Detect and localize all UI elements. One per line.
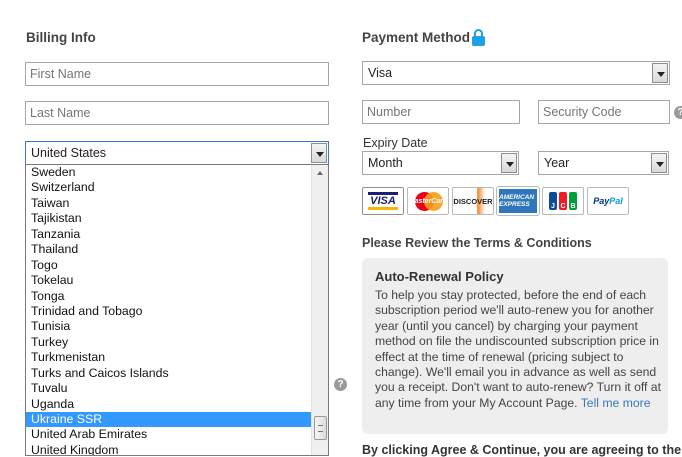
- payment-method-value: Visa: [368, 66, 393, 80]
- country-option[interactable]: Tunisia: [26, 319, 328, 334]
- scroll-up-icon[interactable]: [312, 165, 328, 181]
- lock-icon: [472, 29, 485, 46]
- accepted-cards: VISA MasterCard DISCOVER AMERICAN EXPRES…: [362, 186, 629, 216]
- expiry-date-label: Expiry Date: [363, 136, 428, 150]
- billing-info-heading: Billing Info: [26, 30, 96, 45]
- country-select[interactable]: United States: [25, 141, 329, 165]
- country-option[interactable]: Tuvalu: [26, 381, 328, 396]
- country-option[interactable]: Tajikistan: [26, 211, 328, 226]
- country-option[interactable]: Uganda: [26, 397, 328, 412]
- country-option[interactable]: Tanzania: [26, 227, 328, 242]
- mastercard-card-icon: MasterCard: [407, 187, 449, 215]
- country-option[interactable]: Turks and Caicos Islands: [26, 366, 328, 381]
- tell-me-more-link[interactable]: Tell me more: [581, 396, 651, 410]
- country-select-value: United States: [31, 146, 107, 160]
- auto-renewal-policy-box: Auto-Renewal Policy To help you stay pro…: [362, 258, 668, 434]
- jcb-card-icon: J C B: [542, 187, 584, 215]
- chevron-down-icon[interactable]: [501, 153, 517, 173]
- country-option[interactable]: United Arab Emirates: [26, 427, 328, 442]
- country-option[interactable]: Thailand: [26, 242, 328, 257]
- country-option[interactable]: Turkey: [26, 335, 328, 350]
- expiry-year-value: Year: [544, 156, 570, 170]
- country-option[interactable]: Switzerland: [26, 180, 328, 195]
- country-option[interactable]: Togo: [26, 258, 328, 273]
- scrollbar-thumb[interactable]: [314, 416, 327, 440]
- payment-method-heading: Payment Method: [362, 30, 471, 45]
- country-option[interactable]: Tonga: [26, 289, 328, 304]
- chevron-down-icon[interactable]: [311, 143, 327, 163]
- expiry-month-value: Month: [368, 156, 403, 170]
- chevron-down-icon[interactable]: [651, 153, 667, 173]
- payment-method-select[interactable]: Visa: [362, 61, 670, 85]
- country-option[interactable]: United Kingdom: [26, 443, 328, 455]
- chevron-down-icon[interactable]: [652, 63, 668, 83]
- help-icon[interactable]: ?: [334, 378, 347, 391]
- country-option[interactable]: Ukraine SSR: [26, 412, 328, 428]
- help-icon[interactable]: ?: [674, 106, 682, 119]
- agreement-text: By clicking Agree & Continue, you are ag…: [362, 443, 682, 457]
- expiry-year-select[interactable]: Year: [538, 151, 669, 175]
- last-name-input[interactable]: [25, 101, 329, 125]
- terms-heading: Please Review the Terms & Conditions: [362, 236, 592, 250]
- country-option[interactable]: Taiwan: [26, 196, 328, 211]
- paypal-card-icon: Pay Pal: [587, 187, 629, 215]
- country-dropdown-list[interactable]: Sweden Switzerland Taiwan Tajikistan Tanzani…: [25, 164, 329, 456]
- country-option[interactable]: Sweden: [26, 165, 328, 180]
- discover-card-icon: DISCOVER: [452, 187, 494, 215]
- country-option[interactable]: Trinidad and Tobago: [26, 304, 328, 319]
- card-number-input[interactable]: [362, 100, 520, 124]
- security-code-input[interactable]: [538, 100, 670, 124]
- policy-title: Auto-Renewal Policy: [375, 269, 504, 284]
- country-options: Sweden Switzerland Taiwan Tajikistan Tanzani…: [26, 165, 328, 455]
- dropdown-scrollbar[interactable]: [311, 165, 328, 455]
- country-option[interactable]: Tokelau: [26, 273, 328, 288]
- visa-card-icon: VISA: [362, 187, 404, 215]
- country-option[interactable]: Turkmenistan: [26, 350, 328, 365]
- policy-text: To help you stay protected, before the e…: [375, 288, 661, 410]
- first-name-input[interactable]: [25, 62, 329, 86]
- expiry-month-select[interactable]: Month: [362, 151, 519, 175]
- amex-card-icon: AMERICAN EXPRESS: [496, 186, 540, 216]
